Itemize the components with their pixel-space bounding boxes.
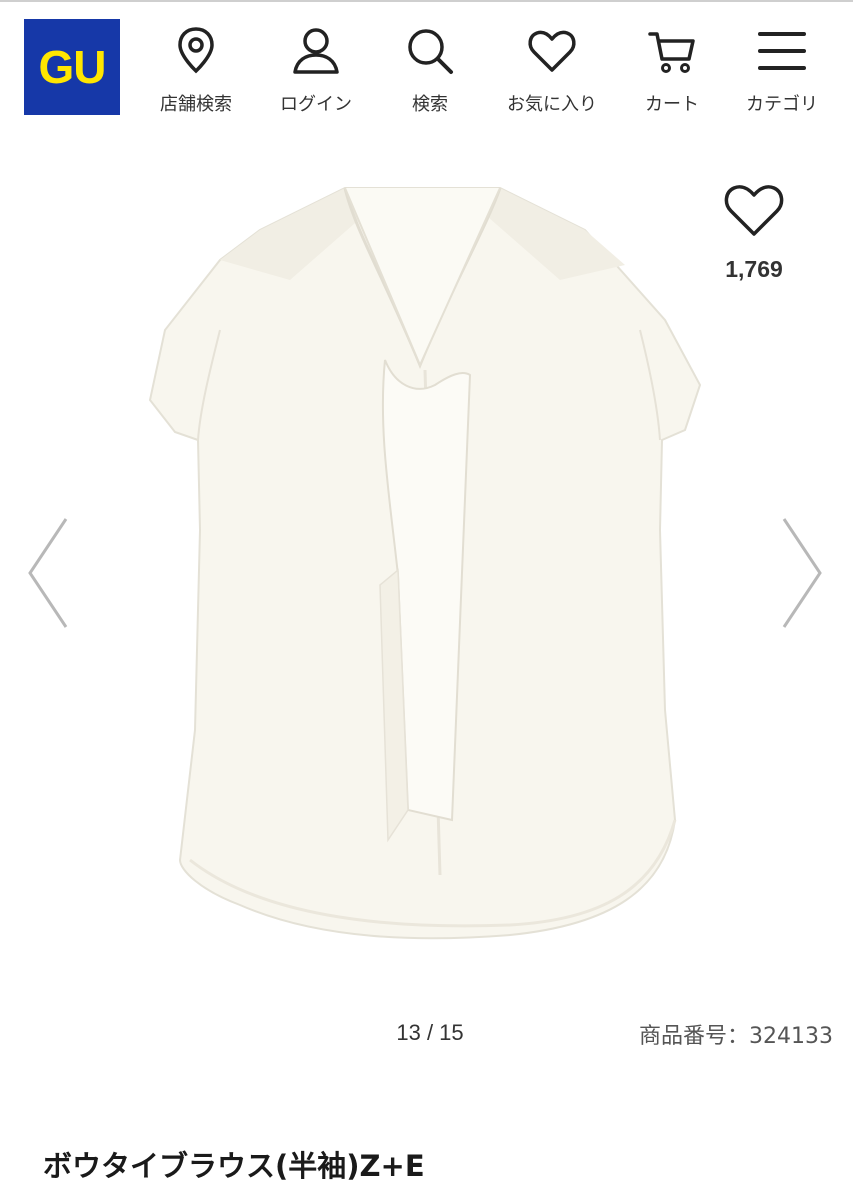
site-header: GU 店舗検索 ログイン 検索 お気に入り カート カテゴリ	[0, 0, 853, 130]
nav-cart[interactable]: カート	[612, 26, 732, 118]
product-code: 商品番号：324133	[639, 1024, 833, 1049]
nav-label-store-search: 店舗検索	[160, 94, 232, 115]
nav-label-category: カテゴリ	[746, 94, 818, 115]
nav-login[interactable]: ログイン	[256, 26, 376, 118]
nav-label-login: ログイン	[280, 94, 352, 115]
chevron-right-icon[interactable]	[778, 515, 826, 631]
heart-icon	[724, 185, 784, 236]
cart-icon	[648, 32, 695, 73]
location-pin-icon	[178, 27, 214, 74]
search-icon	[408, 29, 453, 74]
product-title: ボウタイブラウス(半袖)Z+E	[43, 1149, 425, 1183]
gu-logo[interactable]: GU	[24, 19, 120, 115]
nav-search[interactable]: 検索	[370, 26, 490, 118]
user-icon	[293, 28, 339, 74]
menu-icon	[758, 32, 806, 70]
favorite-button[interactable]: 1,769	[694, 180, 814, 283]
nav-label-search: 検索	[412, 94, 448, 115]
nav-label-favorites: お気に入り	[507, 94, 597, 115]
nav-category[interactable]: カテゴリ	[722, 26, 842, 118]
chevron-left-icon[interactable]	[24, 515, 72, 631]
heart-icon	[528, 30, 576, 72]
favorite-count: 1,769	[725, 256, 783, 282]
product-image	[148, 187, 702, 940]
nav-store-search[interactable]: 店舗検索	[136, 26, 256, 118]
image-pager: 13 / 15	[396, 1020, 464, 1045]
nav-label-cart: カート	[645, 94, 699, 115]
nav-favorites[interactable]: お気に入り	[492, 26, 612, 118]
logo-text: GU	[38, 41, 107, 93]
